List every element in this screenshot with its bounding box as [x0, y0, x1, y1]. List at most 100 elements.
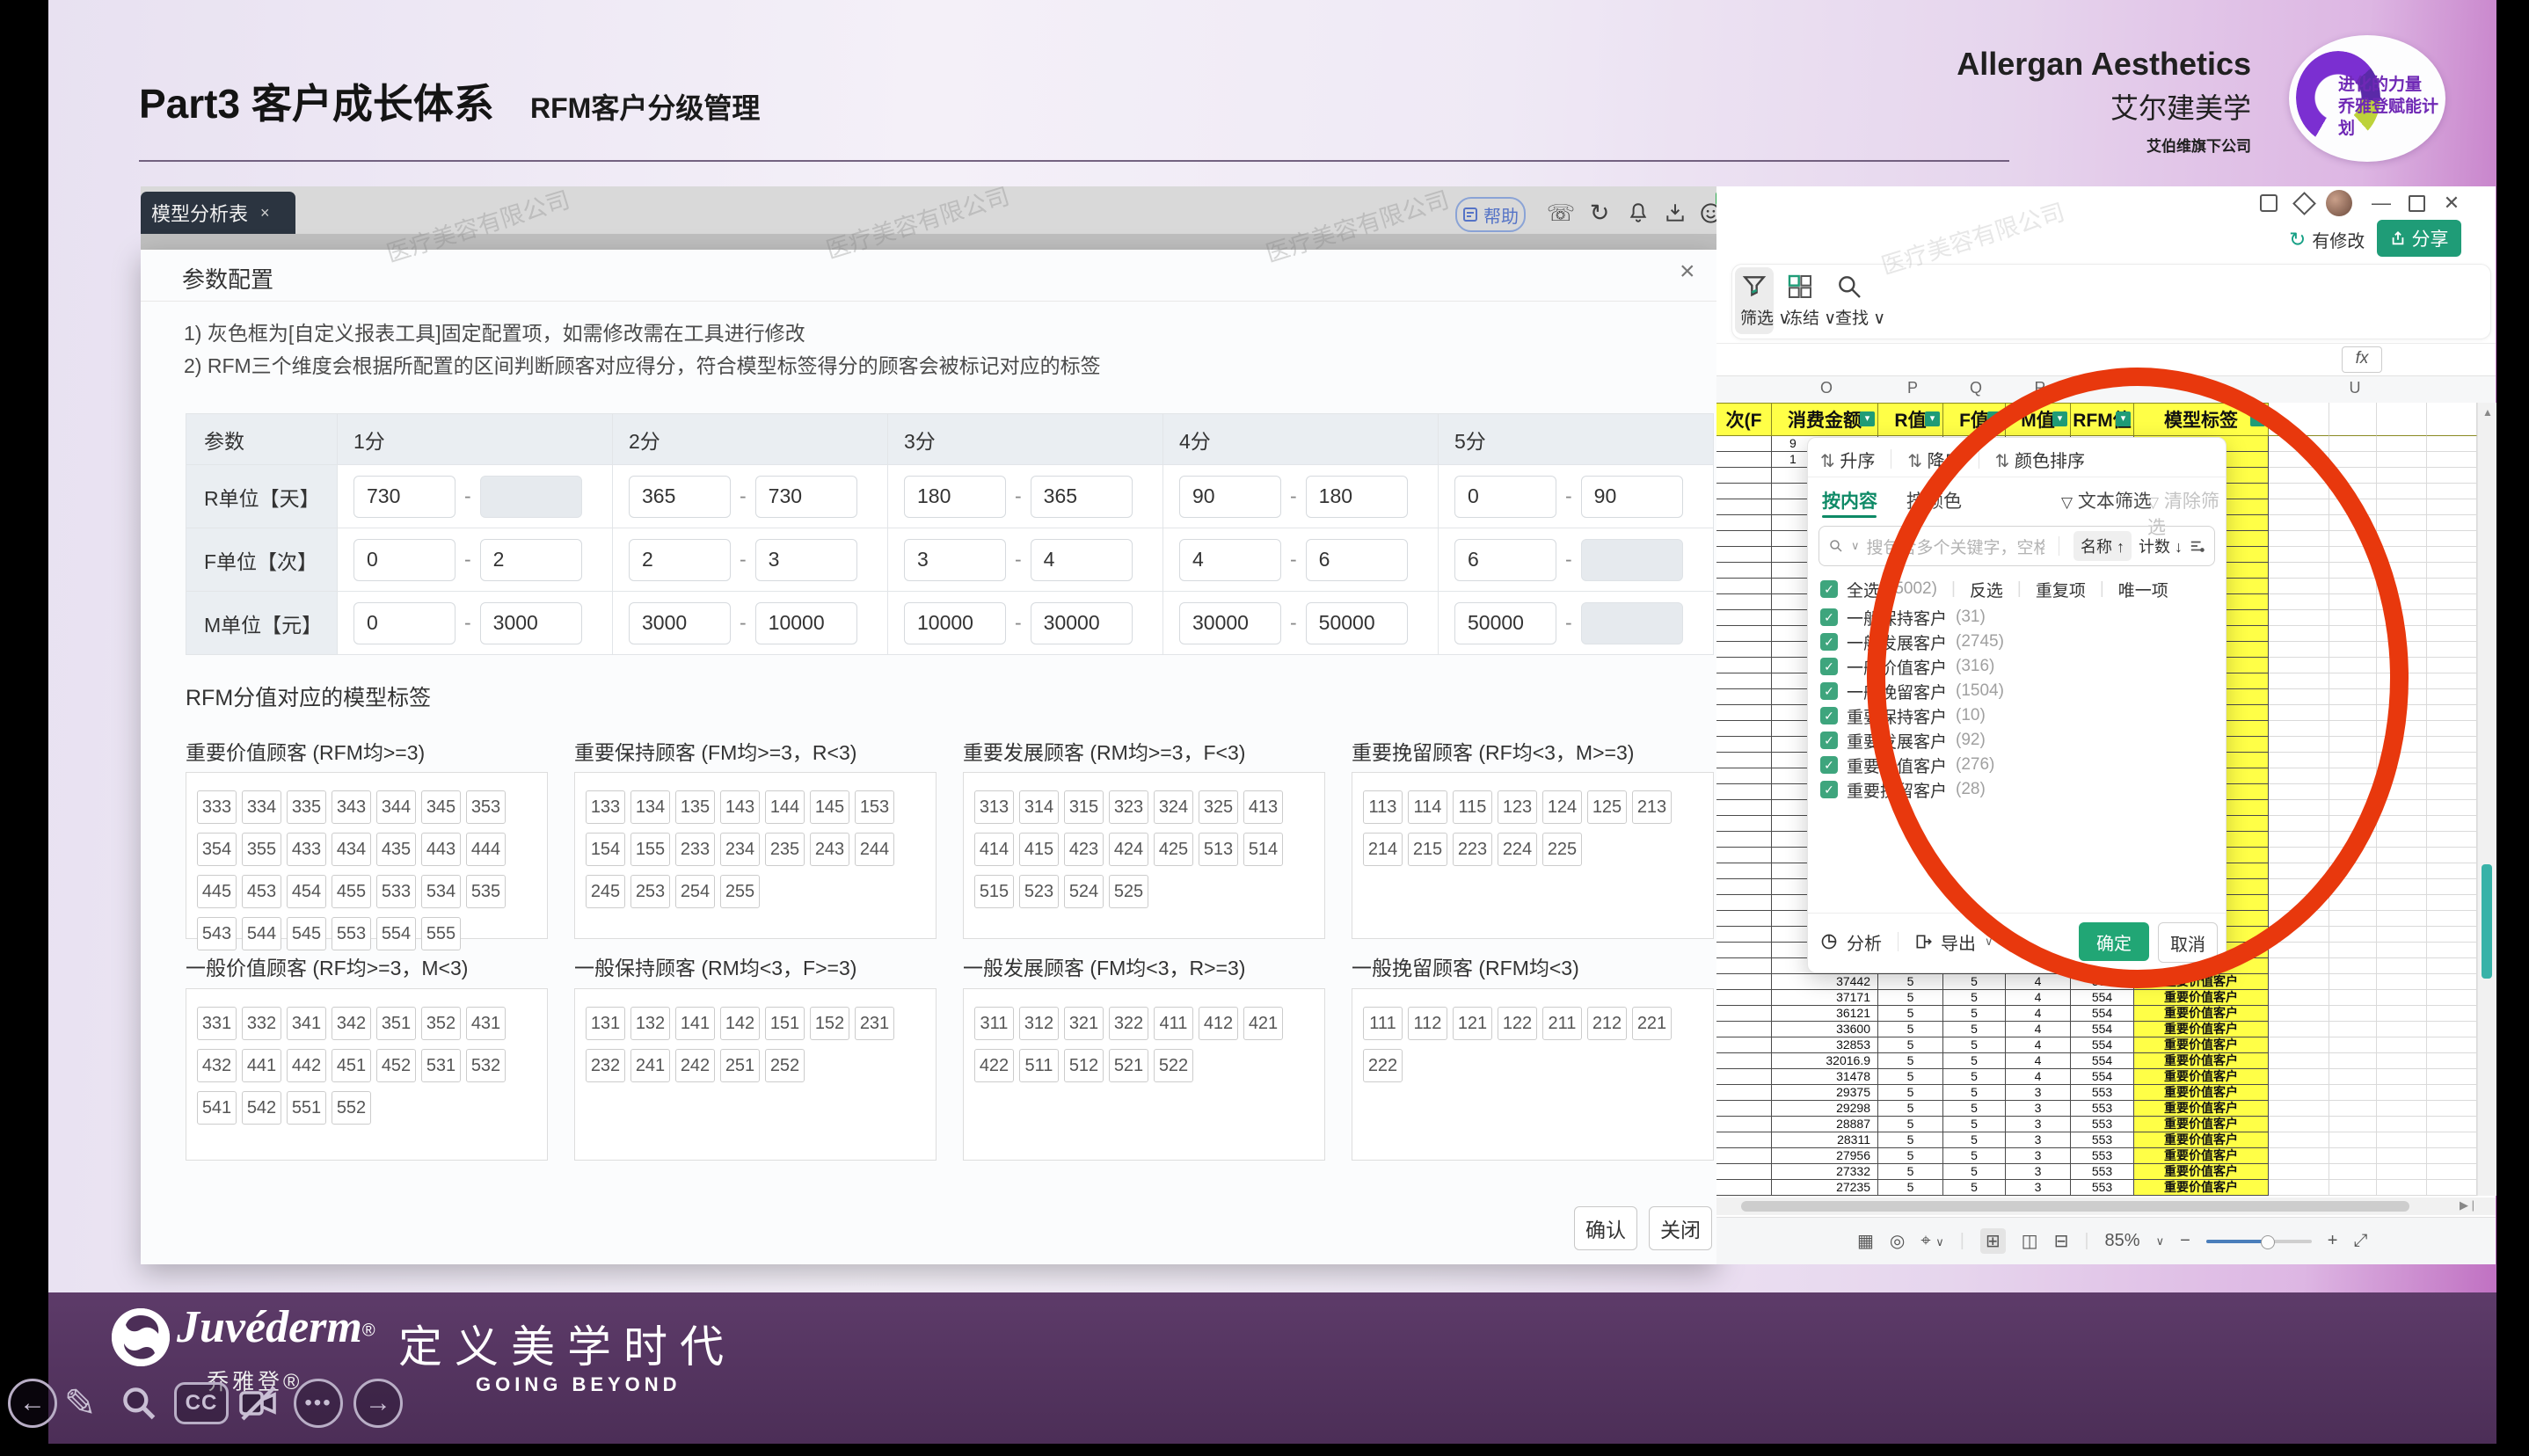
list-settings-icon[interactable] [2190, 538, 2205, 554]
scroll-up-icon[interactable]: ▲ [2482, 406, 2493, 419]
box-icon[interactable] [2289, 188, 2319, 218]
checkbox-checked-icon[interactable]: ✓ [1820, 756, 1838, 774]
sheet-cell: 5 [1943, 990, 2006, 1006]
tab-by-content[interactable]: 按内容 [1822, 487, 1877, 513]
sheet-cell: 5 [1878, 1101, 1943, 1117]
cancel-button[interactable]: 取消 [2158, 922, 2218, 963]
browser-tab[interactable]: 模型分析表 × [141, 192, 295, 234]
analyze-button[interactable]: 分析 导出 ∨ [1820, 923, 1993, 960]
checkbox-checked-icon[interactable]: ✓ [1820, 633, 1838, 651]
filter-item[interactable]: ✓重要价值客户(276) [1820, 753, 2207, 777]
ok-button[interactable]: 确定 [2079, 922, 2149, 961]
filter-list[interactable]: ✓一般保持客户(31)✓一般发展客户(2745)✓一般价值客户(316)✓一般挽… [1820, 605, 2207, 802]
horizontal-scrollbar[interactable]: ▶ | [1716, 1198, 2496, 1215]
restore-icon[interactable] [2401, 188, 2431, 218]
filter-dropdown-icon[interactable]: ▾ [1987, 411, 2002, 426]
vertical-scroll-thumb[interactable] [2482, 864, 2492, 979]
zoom-out-icon[interactable]: − [2180, 1231, 2190, 1251]
filter-item[interactable]: ✓重要发展客户(92) [1820, 728, 2207, 753]
help-button[interactable]: 帮助 [1455, 197, 1526, 232]
more-options-icon[interactable]: ••• [294, 1379, 343, 1428]
minimize-icon[interactable]: — [2366, 188, 2396, 218]
sheet-cell: 29375 [1772, 1085, 1878, 1101]
checkbox-checked-icon[interactable]: ✓ [1820, 608, 1838, 626]
window-close-icon[interactable]: ✕ [2437, 188, 2467, 218]
sort-option[interactable]: ⇅ 降序 [1907, 447, 1962, 472]
checkbox-checked-icon[interactable]: ✓ [1820, 781, 1838, 798]
filter-item[interactable]: ✓一般挽留客户(1504) [1820, 679, 2207, 703]
refresh-icon[interactable]: ↻ [1584, 197, 1615, 229]
table-tools-icon[interactable]: ▦ [1857, 1230, 1874, 1252]
filter-tool[interactable]: 筛选 ∨ [1740, 273, 1790, 329]
zoom-slider[interactable] [2206, 1240, 2312, 1243]
closed-captions-icon[interactable]: CC [174, 1382, 229, 1424]
share-button[interactable]: 分享 [2377, 220, 2461, 257]
horizontal-scroll-thumb[interactable] [1741, 1201, 2409, 1212]
filter-item[interactable]: ✓一般保持客户(31) [1820, 605, 2207, 630]
fx-icon[interactable]: fx [2342, 346, 2382, 373]
column-letter[interactable]: R [2030, 379, 2051, 397]
filter-dropdown-icon[interactable]: ▾ [1860, 411, 1875, 426]
sheet-cell [2427, 1180, 2477, 1196]
sort-option[interactable]: ⇅ 升序 [1820, 447, 1875, 472]
filter-dropdown-icon[interactable]: ▾ [2116, 411, 2131, 426]
next-arrow-button[interactable]: → [353, 1379, 403, 1428]
text-filter-button[interactable]: ▽ 文本筛选 [2061, 487, 2152, 513]
freeze-tool[interactable]: 冻结 ∨ [1786, 273, 1836, 329]
column-letter[interactable]: U [2344, 379, 2365, 397]
column-letter[interactable]: T [2192, 379, 2213, 397]
close-button[interactable]: 关闭 [1649, 1206, 1712, 1250]
normal-view-icon[interactable]: ⊞ [1980, 1228, 2006, 1254]
unique-option[interactable]: 唯一项 [2118, 578, 2168, 601]
filter-dropdown-icon[interactable]: ▾ [2052, 411, 2067, 426]
sort-by-count[interactable]: 计数 ↓ [2139, 535, 2183, 557]
fullscreen-icon[interactable]: ⤢ [2353, 1231, 2367, 1251]
zoom-level[interactable]: 85% [2105, 1231, 2140, 1251]
export-label[interactable]: 导出 [1941, 929, 1976, 955]
filter-dropdown-icon[interactable]: ▾ [2250, 411, 2265, 426]
checkbox-checked-icon[interactable]: ✓ [1820, 658, 1838, 675]
modified-status[interactable]: ↻ 有修改 [2289, 227, 2365, 252]
invert-selection[interactable]: 反选 [1970, 578, 2003, 601]
column-letter[interactable]: P [1902, 379, 1923, 397]
pen-tool-icon[interactable]: ✎ [55, 1379, 105, 1428]
checkbox-checked-icon[interactable]: ✓ [1820, 580, 1838, 598]
page-break-icon[interactable]: ⊟ [2054, 1230, 2069, 1252]
sheet-header-cell[interactable]: 模型标签 [2134, 403, 2269, 436]
magnifier-icon[interactable] [114, 1379, 164, 1428]
sort-option[interactable]: ⇅ 颜色排序 [1995, 447, 2085, 472]
filter-search-box[interactable]: ∨ 搜包含多个关键字，空格分隔 名称 ↑ 计数 ↓ [1818, 526, 2215, 566]
find-tool[interactable]: 查找 ∨ [1835, 273, 1885, 329]
checkbox-checked-icon[interactable]: ✓ [1820, 707, 1838, 724]
camera-off-icon[interactable] [234, 1379, 283, 1428]
avatar[interactable] [2326, 190, 2352, 216]
page-layout-icon[interactable]: ◫ [2022, 1230, 2038, 1252]
chevron-down-icon[interactable]: ∨ [2156, 1234, 2165, 1249]
column-letter[interactable]: Q [1965, 379, 1986, 397]
tab-by-color[interactable]: 按颜色 [1906, 487, 1962, 513]
filter-item[interactable]: ✓一般价值客户(316) [1820, 654, 2207, 679]
prev-arrow-button[interactable]: ← [8, 1379, 57, 1428]
filter-dropdown-icon[interactable]: ▾ [1925, 411, 1940, 426]
move-icon[interactable]: ⌖ ∨ [1920, 1231, 1943, 1251]
column-letter[interactable]: O [1816, 379, 1837, 397]
record-icon[interactable]: ◎ [1890, 1230, 1905, 1252]
checkbox-checked-icon[interactable]: ✓ [1820, 732, 1838, 749]
filter-item[interactable]: ✓重要保持客户(10) [1820, 703, 2207, 728]
phone-icon[interactable]: ☏ [1545, 197, 1577, 229]
zoom-in-icon[interactable]: + [2328, 1231, 2338, 1251]
sheet-header-cell[interactable]: 次(F [1716, 403, 1772, 436]
confirm-button[interactable]: 确认 [1574, 1206, 1637, 1250]
filter-item[interactable]: ✓重要挽留客户(28) [1820, 777, 2207, 802]
bell-icon[interactable] [1622, 197, 1654, 229]
select-all-row[interactable]: ✓ 全选 (5002) | 反选 | 重复项 | 唯一项 [1820, 577, 2207, 601]
scroll-right-icon[interactable]: ▶ | [2460, 1198, 2474, 1212]
checkbox-checked-icon[interactable]: ✓ [1820, 682, 1838, 700]
sort-by-name-chip[interactable]: 名称 ↑ [2073, 531, 2132, 561]
vertical-scrollbar[interactable]: ▲ [2477, 403, 2496, 1196]
side-by-side-icon[interactable] [2254, 188, 2284, 218]
tab-close-icon[interactable]: × [260, 204, 270, 222]
duplicates-option[interactable]: 重复项 [2036, 578, 2086, 601]
download-icon[interactable] [1659, 197, 1691, 229]
filter-item[interactable]: ✓一般发展客户(2745) [1820, 630, 2207, 654]
